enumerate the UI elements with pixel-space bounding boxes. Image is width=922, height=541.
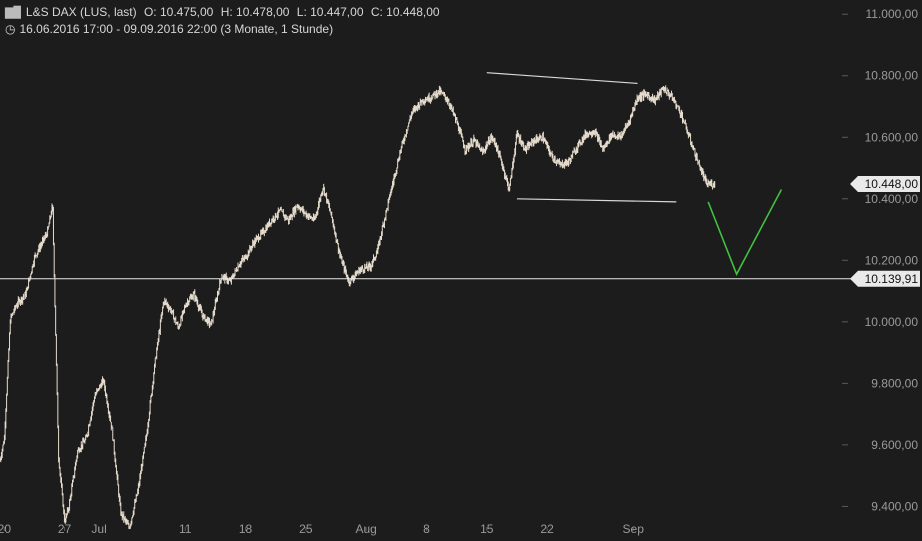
instrument-name[interactable]: L&S DAX (LUS, last) bbox=[26, 5, 137, 19]
y-tick-label: 10.800,00 bbox=[865, 69, 919, 83]
y-tick-label: 10.600,00 bbox=[865, 130, 919, 144]
y-tick-label: 9.600,00 bbox=[871, 438, 918, 452]
x-tick-label: 25 bbox=[299, 522, 313, 536]
clock-icon: ◷ bbox=[5, 22, 16, 36]
chart-header-ohlc: ▇▉ L&S DAX (LUS, last) O: 10.475,00 H: 10… bbox=[5, 5, 444, 19]
period-range[interactable]: 16.06.2016 17:00 - 09.09.2016 22:00 (3 M… bbox=[19, 22, 333, 36]
chart-header-period: ◷ 16.06.2016 17:00 - 09.09.2016 22:00 (3 … bbox=[5, 22, 337, 36]
x-tick-label: Jul bbox=[91, 522, 106, 536]
high-value: H: 10.478,00 bbox=[220, 5, 290, 19]
low-value: L: 10.447,00 bbox=[296, 5, 364, 19]
y-tick-label: 10.200,00 bbox=[865, 253, 919, 267]
price-label-text: 10.139,91 bbox=[865, 272, 919, 286]
open-value: O: 10.475,00 bbox=[143, 5, 214, 19]
price-chart[interactable]: 11.000,00 10.800,00 10.600,00 10.400,00 10.2… bbox=[0, 0, 922, 541]
last-price-label: 10.448,00 bbox=[850, 176, 920, 193]
y-tick-label: 9.400,00 bbox=[871, 499, 918, 513]
x-tick-label: 18 bbox=[239, 522, 253, 536]
y-tick-label: 10.400,00 bbox=[865, 192, 919, 206]
support-price-label: 10.139,91 bbox=[850, 270, 920, 287]
x-tick-label: 8 bbox=[423, 522, 430, 536]
x-tick-label: 11 bbox=[179, 522, 192, 536]
x-tick-label: Aug bbox=[355, 522, 376, 536]
chart-background bbox=[0, 0, 922, 541]
x-tick-label: 27 bbox=[58, 522, 72, 536]
x-tick-label: 15 bbox=[480, 522, 494, 536]
price-label-text: 10.448,00 bbox=[865, 177, 919, 191]
candlestick-logo-icon: ▇▉ bbox=[5, 7, 22, 19]
y-tick-label: 10.000,00 bbox=[865, 315, 919, 329]
x-tick-label: 20 bbox=[0, 522, 11, 536]
y-tick-label: 11.000,00 bbox=[866, 7, 919, 21]
x-tick-label: Sep bbox=[623, 522, 645, 536]
y-tick-label: 9.800,00 bbox=[871, 376, 918, 390]
close-value: C: 10.448,00 bbox=[370, 5, 440, 19]
x-tick-label: 22 bbox=[540, 522, 554, 536]
